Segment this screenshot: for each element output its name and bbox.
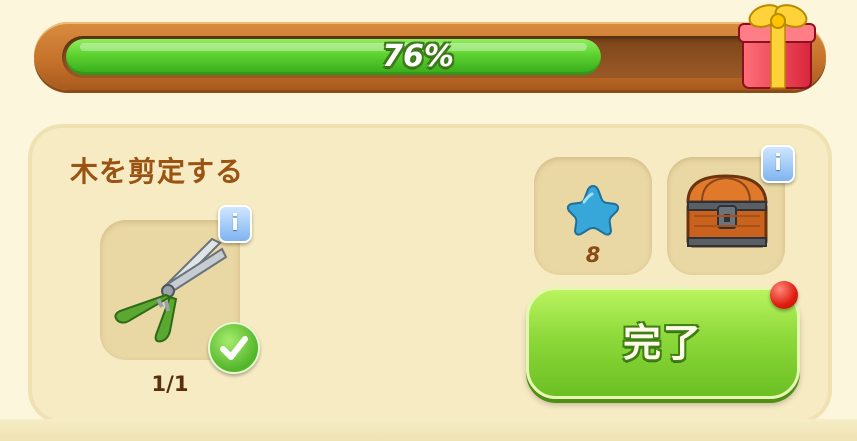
gift-box-icon[interactable] — [735, 0, 819, 92]
chest-info-button[interactable]: i — [761, 145, 795, 183]
check-icon — [208, 322, 260, 374]
complete-button-label: 完了 — [622, 321, 703, 365]
bottom-strip — [0, 419, 857, 441]
task-title: 木を剪定する — [70, 155, 245, 188]
blue-star-icon — [566, 184, 620, 236]
notification-dot — [770, 281, 798, 309]
complete-button[interactable]: 完了 — [526, 287, 800, 399]
tool-info-button[interactable]: i — [218, 205, 252, 243]
progress-label: 76% — [382, 39, 454, 74]
treasure-chest-icon — [686, 174, 768, 248]
tool-count: 1/1 — [151, 372, 189, 396]
reward-count-star: 8 — [585, 243, 601, 267]
